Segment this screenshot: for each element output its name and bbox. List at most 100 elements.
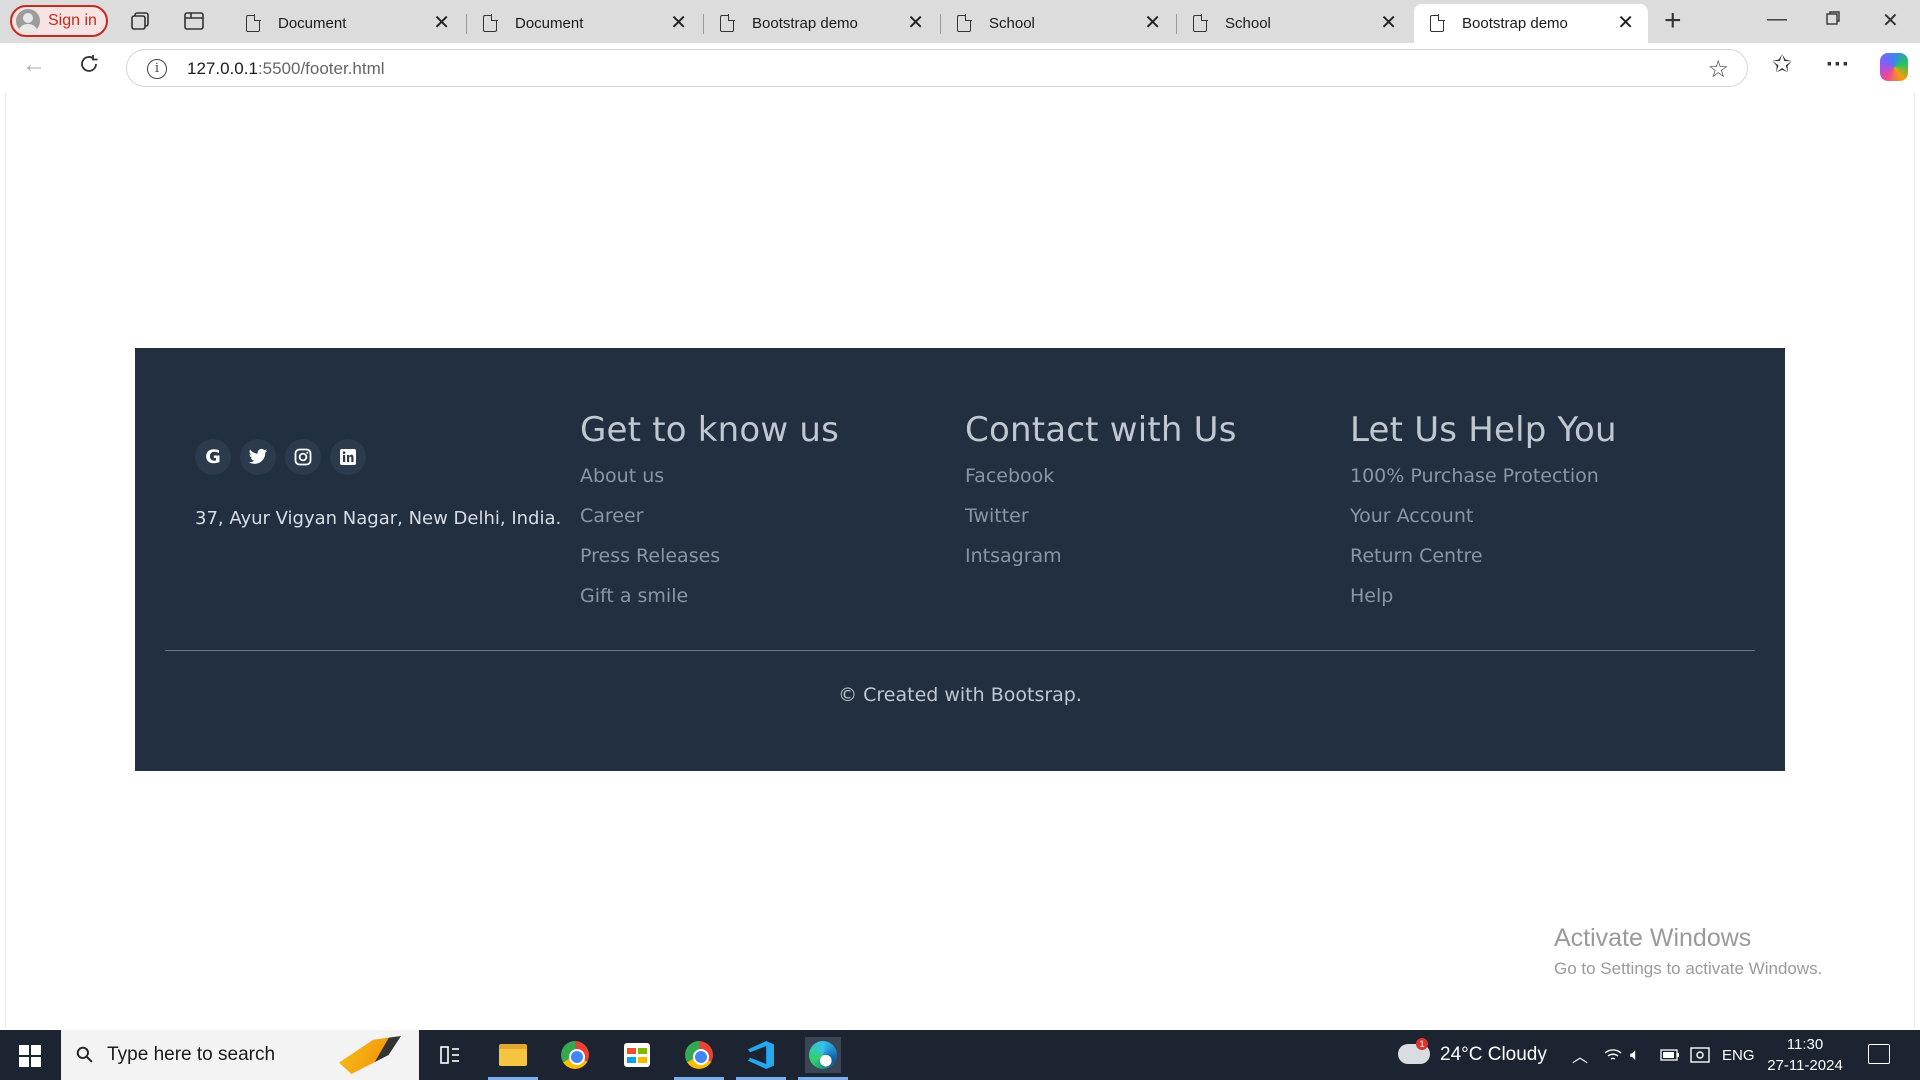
edge-icon[interactable] xyxy=(798,1037,848,1080)
restore-icon[interactable] xyxy=(1825,9,1841,32)
link-about-us[interactable]: About us xyxy=(580,464,839,504)
taskbar-clock[interactable]: 11:30 27-11-2024 xyxy=(1760,1034,1850,1076)
site-footer: G 37, Ayur Vigyan Nagar, New Delhi, Indi… xyxy=(135,348,1785,771)
link-purchase-protection[interactable]: 100% Purchase Protection xyxy=(1350,464,1617,504)
page-icon xyxy=(483,14,498,32)
search-icon: ⚲ xyxy=(70,1040,100,1070)
tab-school-2[interactable]: School ✕ xyxy=(1176,4,1411,43)
task-view-icon[interactable] xyxy=(432,1037,468,1073)
weather-cloud-icon[interactable]: 1 xyxy=(1398,1038,1430,1064)
link-career[interactable]: Career xyxy=(580,504,839,544)
clock-time: 11:30 xyxy=(1786,1036,1824,1053)
tab-title: Bootstrap demo xyxy=(1462,15,1568,32)
google-icon[interactable]: G xyxy=(195,439,231,475)
close-tab-icon[interactable]: ✕ xyxy=(1617,13,1634,33)
link-press-releases[interactable]: Press Releases xyxy=(580,544,839,584)
page-icon xyxy=(957,14,972,32)
weather-badge: 1 xyxy=(1416,1038,1428,1050)
browser-toolbar: ← i 127.0.0.1:5500/footer.html ☆ ✩ ··· xyxy=(0,43,1920,93)
back-icon[interactable]: ← xyxy=(22,53,46,77)
chrome-icon[interactable] xyxy=(557,1037,593,1073)
close-tab-icon[interactable]: ✕ xyxy=(1144,13,1161,33)
footer-column-let-us-help-you: Let Us Help You 100% Purchase Protection… xyxy=(1350,410,1617,624)
tab-bootstrap-demo-active[interactable]: Bootstrap demo ✕ xyxy=(1414,4,1648,43)
footer-column-contact-with-us: Contact with Us Facebook Twitter Intsagr… xyxy=(965,410,1237,584)
taskbar-search-box[interactable]: ⚲ Type here to search xyxy=(61,1030,419,1080)
volume-icon[interactable]: 🔈︎ xyxy=(1630,1030,1640,1080)
url-text[interactable]: 127.0.0.1:5500/footer.html xyxy=(187,59,385,79)
tab-title: School xyxy=(1225,15,1271,32)
close-tab-icon[interactable]: ✕ xyxy=(433,13,450,33)
battery-icon[interactable] xyxy=(1660,1030,1680,1080)
address-bar[interactable]: i 127.0.0.1:5500/footer.html ☆ xyxy=(126,49,1748,87)
windows-taskbar: ⚲ Type here to search 1 24°C Cloudy ︿ 🔈︎… xyxy=(0,1030,1920,1080)
favorite-star-icon[interactable]: ☆ xyxy=(1707,55,1729,84)
tab-document-1[interactable]: Document ✕ xyxy=(230,4,464,43)
close-tab-icon[interactable]: ✕ xyxy=(1380,13,1397,33)
close-window-icon[interactable]: ✕ xyxy=(1882,8,1899,33)
profile-avatar-icon xyxy=(16,9,40,33)
tab-title: Document xyxy=(278,15,347,32)
weather-text[interactable]: 24°C Cloudy xyxy=(1440,1030,1547,1080)
microsoft-store-icon[interactable] xyxy=(619,1037,655,1073)
show-hidden-icons-icon[interactable]: ︿ xyxy=(1572,1030,1588,1080)
instagram-icon[interactable] xyxy=(285,439,321,475)
minimize-icon[interactable]: — xyxy=(1767,8,1787,31)
more-options-icon[interactable]: ··· xyxy=(1826,51,1850,79)
linkedin-icon[interactable] xyxy=(330,439,366,475)
link-return-centre[interactable]: Return Centre xyxy=(1350,544,1617,584)
page-icon xyxy=(1193,14,1208,32)
meet-now-icon[interactable] xyxy=(1690,1030,1710,1080)
column-heading: Let Us Help You xyxy=(1350,410,1617,450)
search-placeholder: Type here to search xyxy=(107,1044,276,1065)
twitter-icon[interactable] xyxy=(240,439,276,475)
sign-in-button[interactable]: Sign in xyxy=(10,5,108,37)
footer-copyright: © Created with Bootsrap. xyxy=(838,684,1082,706)
social-links: G xyxy=(195,439,366,475)
link-twitter[interactable]: Twitter xyxy=(965,504,1237,544)
link-gift-a-smile[interactable]: Gift a smile xyxy=(580,584,839,624)
link-help[interactable]: Help xyxy=(1350,584,1617,624)
link-facebook[interactable]: Facebook xyxy=(965,464,1237,504)
page-icon xyxy=(1430,14,1445,32)
refresh-icon[interactable] xyxy=(78,53,100,80)
page-icon xyxy=(720,14,735,32)
link-your-account[interactable]: Your Account xyxy=(1350,504,1617,544)
tab-actions-icon[interactable] xyxy=(183,10,205,32)
activate-windows-watermark: Activate Windows Go to Settings to activ… xyxy=(1554,924,1822,979)
chrome-profile-icon[interactable] xyxy=(674,1037,724,1080)
file-explorer-icon[interactable] xyxy=(488,1037,538,1080)
sign-in-label: Sign in xyxy=(48,12,97,29)
url-path: :5500/footer.html xyxy=(257,59,385,78)
favorites-icon[interactable]: ✩ xyxy=(1772,51,1792,79)
network-icon[interactable] xyxy=(1604,1030,1622,1080)
page-icon xyxy=(246,14,261,32)
column-heading: Get to know us xyxy=(580,410,840,450)
workspaces-icon[interactable] xyxy=(130,10,152,32)
new-tab-icon[interactable]: + xyxy=(1664,6,1682,36)
close-tab-icon[interactable]: ✕ xyxy=(907,13,924,33)
link-instagram[interactable]: Intsagram xyxy=(965,544,1237,584)
language-indicator[interactable]: ENG xyxy=(1722,1030,1755,1080)
close-tab-icon[interactable]: ✕ xyxy=(670,13,687,33)
notifications-icon[interactable] xyxy=(1868,1044,1890,1064)
tab-title: Bootstrap demo xyxy=(752,15,858,32)
footer-divider xyxy=(165,650,1755,651)
watermark-title: Activate Windows xyxy=(1554,924,1752,952)
site-info-icon[interactable]: i xyxy=(147,59,167,79)
tab-title: School xyxy=(989,15,1035,32)
url-host: 127.0.0.1 xyxy=(187,59,258,78)
start-button-icon[interactable] xyxy=(19,1045,41,1067)
footer-address: 37, Ayur Vigyan Nagar, New Delhi, India. xyxy=(195,508,562,529)
tab-school-1[interactable]: School ✕ xyxy=(940,4,1175,43)
copilot-icon[interactable] xyxy=(1880,53,1908,81)
browser-tab-strip: Sign in Document ✕ Document ✕ Bootstrap … xyxy=(0,0,1920,43)
footer-column-get-to-know-us: Get to know us About us Career Press Rel… xyxy=(580,410,839,624)
column-heading: Contact with Us xyxy=(965,410,1237,450)
search-highlight-icon xyxy=(339,1036,401,1074)
tab-bootstrap-demo-1[interactable]: Bootstrap demo ✕ xyxy=(703,4,938,43)
watermark-subtitle: Go to Settings to activate Windows. xyxy=(1554,959,1823,978)
tab-title: Document xyxy=(515,15,584,32)
vscode-icon[interactable] xyxy=(736,1037,786,1080)
tab-document-2[interactable]: Document ✕ xyxy=(466,4,701,43)
